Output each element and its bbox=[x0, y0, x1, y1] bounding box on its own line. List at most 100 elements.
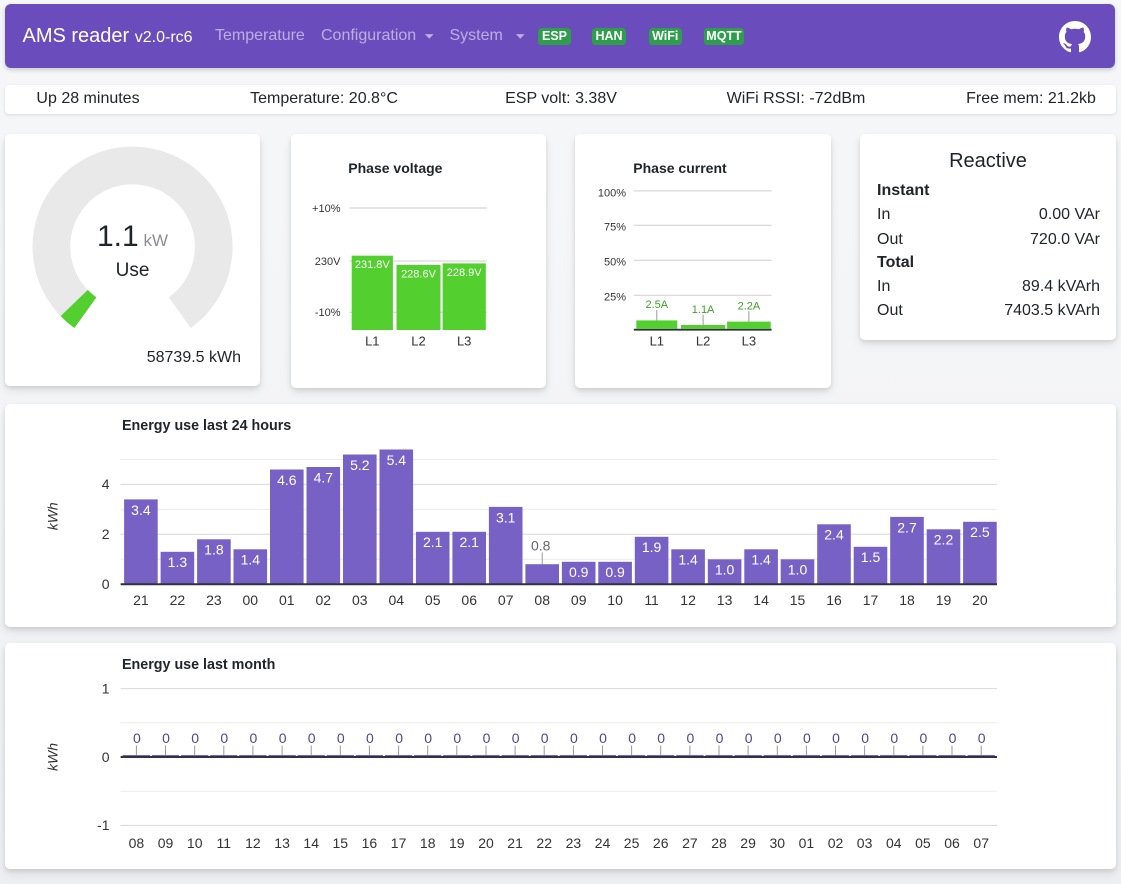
svg-text:21: 21 bbox=[507, 835, 523, 851]
svg-text:12: 12 bbox=[245, 835, 261, 851]
svg-text:0: 0 bbox=[890, 730, 898, 746]
svg-text:23: 23 bbox=[206, 592, 222, 608]
svg-text:2.2: 2.2 bbox=[934, 532, 954, 548]
svg-text:03: 03 bbox=[857, 835, 873, 851]
svg-text:231.8V: 231.8V bbox=[354, 259, 390, 271]
svg-text:14: 14 bbox=[753, 592, 769, 608]
svg-text:0: 0 bbox=[832, 730, 840, 746]
svg-text:12: 12 bbox=[680, 592, 696, 608]
svg-text:2.1: 2.1 bbox=[459, 534, 479, 550]
svg-text:kWh: kWh bbox=[45, 502, 61, 530]
svg-text:L3: L3 bbox=[742, 334, 756, 349]
svg-text:05: 05 bbox=[915, 835, 931, 851]
svg-text:0: 0 bbox=[978, 730, 986, 746]
svg-text:24: 24 bbox=[595, 835, 611, 851]
svg-text:19: 19 bbox=[936, 592, 952, 608]
svg-text:00: 00 bbox=[243, 592, 259, 608]
svg-text:15: 15 bbox=[333, 835, 349, 851]
svg-text:-1: -1 bbox=[97, 817, 110, 833]
svg-text:0: 0 bbox=[133, 730, 141, 746]
svg-text:06: 06 bbox=[944, 835, 960, 851]
svg-text:0: 0 bbox=[687, 730, 695, 746]
svg-text:228.9V: 228.9V bbox=[446, 267, 482, 279]
svg-text:0: 0 bbox=[861, 730, 869, 746]
svg-text:13: 13 bbox=[717, 592, 733, 608]
svg-text:09: 09 bbox=[158, 835, 174, 851]
svg-text:0: 0 bbox=[949, 730, 957, 746]
svg-text:2.5A: 2.5A bbox=[645, 299, 668, 311]
svg-text:0: 0 bbox=[337, 730, 345, 746]
svg-text:01: 01 bbox=[279, 592, 295, 608]
svg-text:16: 16 bbox=[362, 835, 378, 851]
svg-text:21: 21 bbox=[133, 592, 149, 608]
svg-text:kWh: kWh bbox=[45, 743, 61, 771]
svg-text:02: 02 bbox=[316, 592, 332, 608]
svg-text:18: 18 bbox=[420, 835, 436, 851]
svg-text:L1: L1 bbox=[650, 334, 664, 349]
svg-text:0: 0 bbox=[483, 730, 491, 746]
svg-text:75%: 75% bbox=[604, 221, 626, 233]
svg-text:0.9: 0.9 bbox=[569, 564, 589, 580]
svg-text:15: 15 bbox=[790, 592, 806, 608]
svg-text:1.0: 1.0 bbox=[788, 562, 808, 578]
svg-text:08: 08 bbox=[129, 835, 145, 851]
svg-text:04: 04 bbox=[389, 592, 405, 608]
svg-text:4: 4 bbox=[102, 476, 110, 492]
svg-text:25: 25 bbox=[624, 835, 640, 851]
svg-text:230V: 230V bbox=[314, 256, 340, 268]
svg-text:1.9: 1.9 bbox=[642, 539, 662, 555]
svg-text:L3: L3 bbox=[456, 334, 470, 349]
svg-text:0: 0 bbox=[453, 730, 461, 746]
svg-text:22: 22 bbox=[170, 592, 186, 608]
svg-text:2.2A: 2.2A bbox=[738, 300, 761, 312]
svg-text:2.5: 2.5 bbox=[970, 524, 990, 540]
svg-text:18: 18 bbox=[899, 592, 915, 608]
svg-text:17: 17 bbox=[391, 835, 407, 851]
svg-text:08: 08 bbox=[534, 592, 550, 608]
svg-text:0: 0 bbox=[541, 730, 549, 746]
svg-text:01: 01 bbox=[799, 835, 815, 851]
svg-text:2: 2 bbox=[102, 526, 110, 542]
svg-text:0.9: 0.9 bbox=[605, 564, 625, 580]
svg-text:1: 1 bbox=[102, 680, 110, 696]
svg-text:13: 13 bbox=[274, 835, 290, 851]
svg-text:0: 0 bbox=[570, 730, 578, 746]
svg-text:1.1A: 1.1A bbox=[692, 304, 715, 316]
svg-text:228.6V: 228.6V bbox=[401, 268, 437, 280]
svg-text:11: 11 bbox=[217, 835, 232, 851]
svg-text:2.1: 2.1 bbox=[423, 534, 443, 550]
svg-text:5.2: 5.2 bbox=[350, 457, 370, 473]
svg-text:3.1: 3.1 bbox=[496, 509, 516, 525]
svg-text:1.8: 1.8 bbox=[204, 542, 224, 558]
svg-text:1.4: 1.4 bbox=[241, 552, 261, 568]
svg-text:5.4: 5.4 bbox=[387, 452, 407, 468]
svg-text:0: 0 bbox=[774, 730, 782, 746]
svg-text:0: 0 bbox=[220, 730, 228, 746]
svg-text:26: 26 bbox=[653, 835, 669, 851]
svg-text:0: 0 bbox=[366, 730, 374, 746]
svg-text:L1: L1 bbox=[365, 334, 379, 349]
svg-text:0: 0 bbox=[745, 730, 753, 746]
svg-text:0: 0 bbox=[308, 730, 316, 746]
svg-text:1.4: 1.4 bbox=[678, 552, 698, 568]
svg-text:4.6: 4.6 bbox=[277, 472, 297, 488]
svg-text:L2: L2 bbox=[411, 334, 425, 349]
svg-text:0: 0 bbox=[803, 730, 811, 746]
svg-text:23: 23 bbox=[566, 835, 582, 851]
svg-text:09: 09 bbox=[571, 592, 587, 608]
svg-text:06: 06 bbox=[461, 592, 477, 608]
svg-text:0: 0 bbox=[395, 730, 403, 746]
svg-text:05: 05 bbox=[425, 592, 441, 608]
svg-text:04: 04 bbox=[886, 835, 902, 851]
svg-text:100%: 100% bbox=[598, 187, 626, 199]
svg-text:02: 02 bbox=[828, 835, 844, 851]
svg-text:0: 0 bbox=[512, 730, 520, 746]
svg-text:0: 0 bbox=[628, 730, 636, 746]
svg-text:07: 07 bbox=[498, 592, 514, 608]
svg-text:0: 0 bbox=[920, 730, 928, 746]
svg-text:27: 27 bbox=[682, 835, 698, 851]
svg-text:1.0: 1.0 bbox=[715, 562, 735, 578]
svg-text:2.4: 2.4 bbox=[824, 527, 844, 543]
svg-text:03: 03 bbox=[352, 592, 368, 608]
svg-text:1.5: 1.5 bbox=[861, 549, 881, 565]
